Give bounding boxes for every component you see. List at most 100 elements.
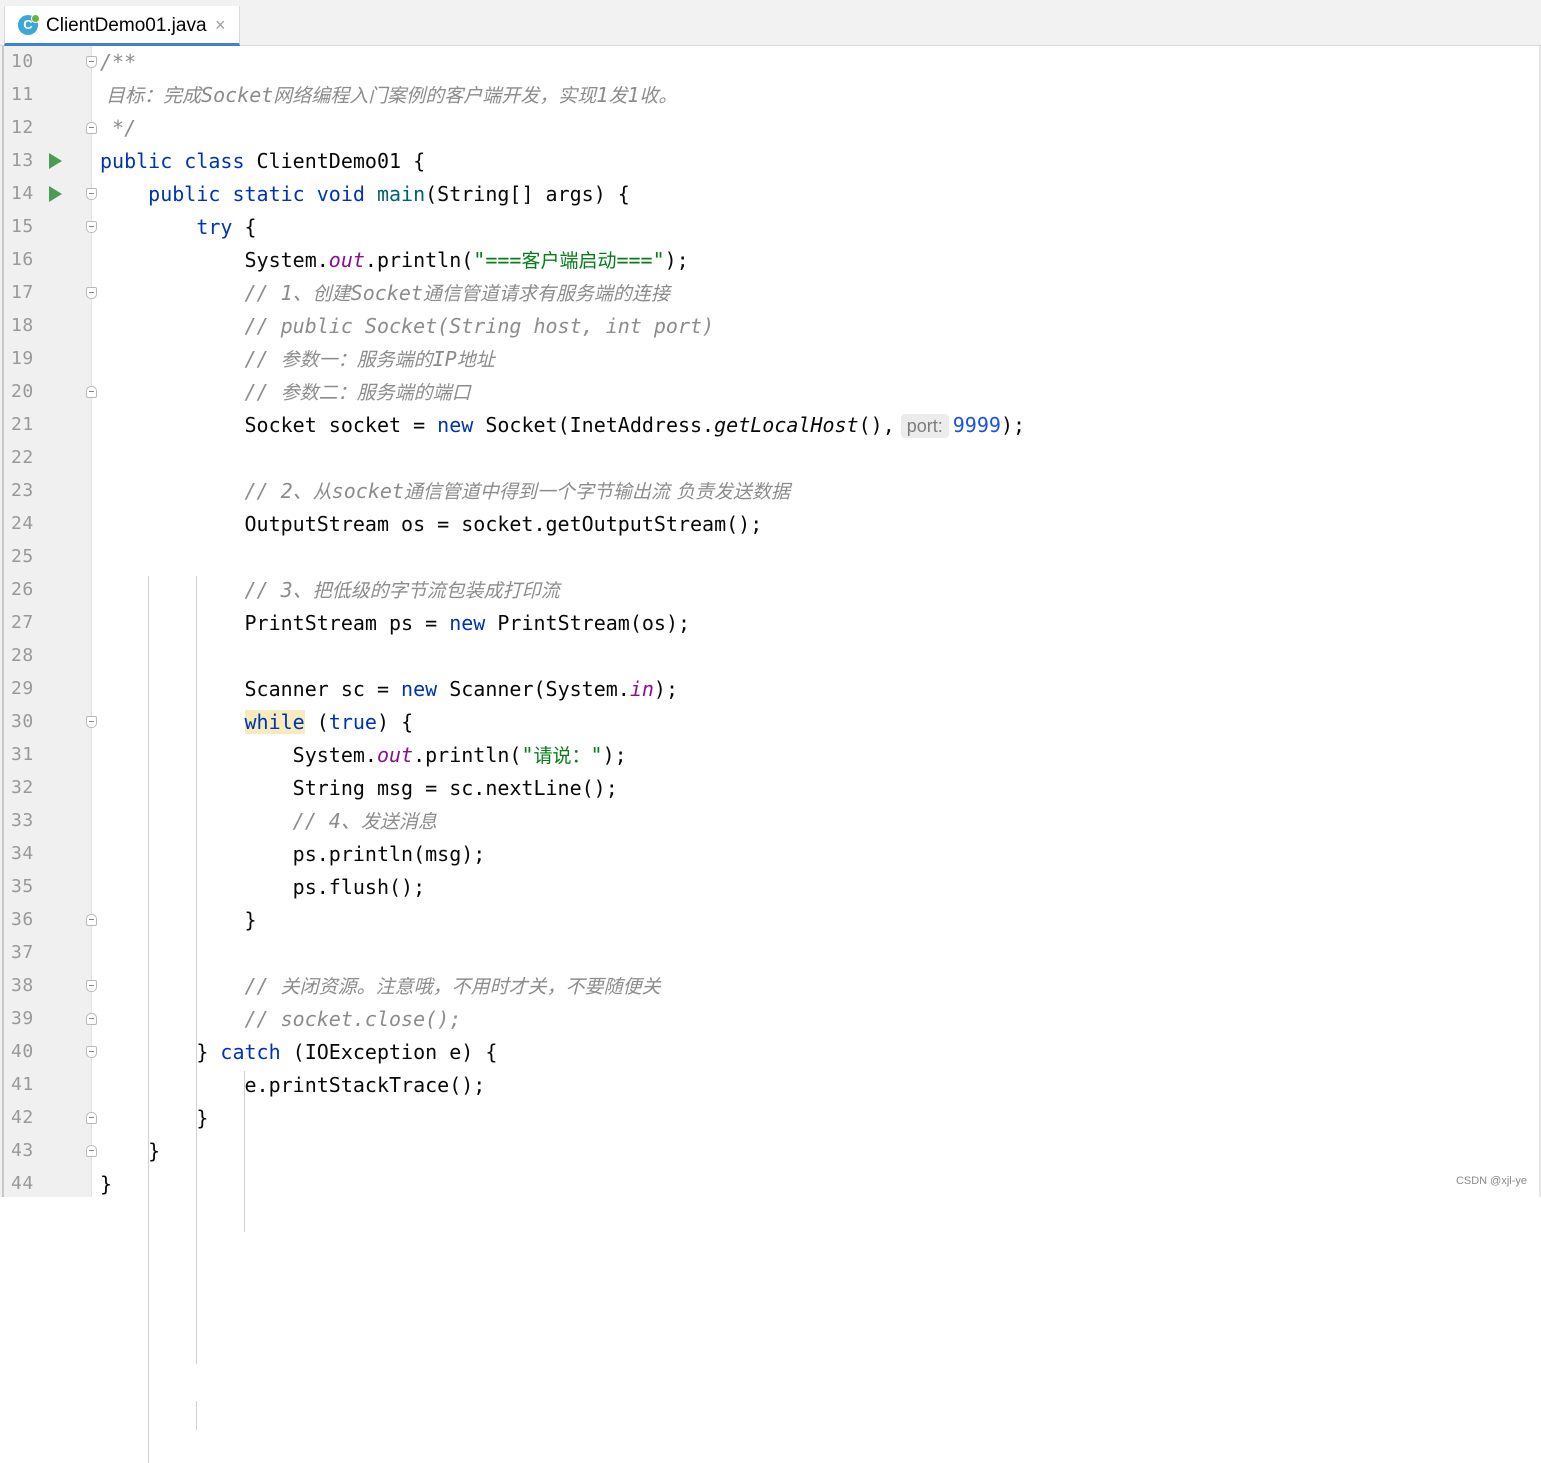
line-number[interactable]: 10 xyxy=(11,52,34,72)
code-line[interactable]: // 1、创建Socket通信管道请求有服务端的连接 xyxy=(100,277,669,310)
line-number[interactable]: 36 xyxy=(11,910,34,930)
code-line[interactable]: // 参数一：服务端的IP地址 xyxy=(100,343,494,376)
code-token: .println( xyxy=(413,743,522,767)
gutter-line-26: 26 xyxy=(0,574,92,607)
line-number[interactable]: 40 xyxy=(11,1042,34,1062)
code-line[interactable]: PrintStream ps = new PrintStream(os); xyxy=(100,607,690,640)
code-line[interactable]: // 2、从socket通信管道中得到一个字节输出流 负责发送数据 xyxy=(100,475,789,508)
line-number[interactable]: 42 xyxy=(11,1108,34,1128)
code-line[interactable]: ps.flush(); xyxy=(100,871,425,904)
code-line[interactable]: public class ClientDemo01 { xyxy=(100,145,425,178)
line-number[interactable]: 37 xyxy=(11,943,34,963)
line-number[interactable]: 44 xyxy=(11,1174,34,1194)
code-line[interactable]: System.out.println("===客户端启动==="); xyxy=(100,244,689,277)
code-token: new xyxy=(437,413,474,437)
code-line[interactable]: // 参数二：服务端的端口 xyxy=(100,376,470,409)
code-line[interactable]: } xyxy=(100,1102,208,1135)
line-number[interactable]: 24 xyxy=(11,514,34,534)
code-token: ); xyxy=(664,248,689,272)
code-line[interactable]: /** xyxy=(100,46,136,79)
code-token: 1 xyxy=(627,83,640,107)
line-number[interactable]: 20 xyxy=(11,382,34,402)
line-number[interactable]: 18 xyxy=(11,316,34,336)
fold-start-icon[interactable] xyxy=(86,716,97,728)
line-number[interactable]: 35 xyxy=(11,877,34,897)
indent-guide xyxy=(196,1401,197,1430)
parameter-hint: port: xyxy=(900,414,949,438)
line-number[interactable]: 17 xyxy=(11,283,34,303)
code-line[interactable]: */ xyxy=(100,112,136,145)
code-line[interactable]: e.printStackTrace(); xyxy=(100,1069,485,1102)
fold-start-icon[interactable] xyxy=(86,221,97,233)
code-line[interactable]: // public Socket(String host, int port) xyxy=(100,310,714,343)
line-number[interactable]: 31 xyxy=(11,745,34,765)
fold-start-icon[interactable] xyxy=(86,980,97,992)
code-token: .println( xyxy=(364,248,474,272)
line-number[interactable]: 22 xyxy=(11,448,34,468)
code-line[interactable]: Socket socket = new Socket(InetAddress.g… xyxy=(100,409,1025,442)
code-line[interactable]: OutputStream os = socket.getOutputStream… xyxy=(100,508,762,541)
line-number[interactable]: 34 xyxy=(11,844,34,864)
line-number[interactable]: 16 xyxy=(11,250,34,270)
line-number[interactable]: 43 xyxy=(11,1141,34,1161)
line-number[interactable]: 14 xyxy=(11,184,34,204)
line-number[interactable]: 21 xyxy=(11,415,34,435)
code-token: (IOException e) { xyxy=(280,1040,498,1064)
code-line[interactable]: // 3、把低级的字节流包装成打印流 xyxy=(100,574,559,607)
fold-start-icon[interactable] xyxy=(86,1046,97,1058)
code-line[interactable]: Scanner sc = new Scanner(System.in); xyxy=(100,673,678,706)
fold-end-icon[interactable] xyxy=(86,1145,97,1157)
line-number[interactable]: 12 xyxy=(11,118,34,138)
fold-end-icon[interactable] xyxy=(86,122,97,134)
run-play-icon[interactable] xyxy=(49,153,62,169)
line-number[interactable]: 26 xyxy=(11,580,34,600)
line-number[interactable]: 13 xyxy=(11,151,34,171)
line-number[interactable]: 27 xyxy=(11,613,34,633)
code-token: System. xyxy=(100,743,377,767)
gutter-line-36: 36 xyxy=(0,904,97,937)
line-number[interactable]: 25 xyxy=(11,547,34,567)
code-line[interactable]: // 4、发送消息 xyxy=(100,805,437,838)
code-line[interactable]: } xyxy=(100,1135,160,1168)
code-line[interactable]: while (true) { xyxy=(100,706,413,739)
code-line[interactable]: } xyxy=(100,1168,112,1201)
code-line[interactable]: // socket.close(); xyxy=(100,1003,461,1036)
close-tab-icon[interactable]: × xyxy=(215,15,226,35)
fold-end-icon[interactable] xyxy=(86,1013,97,1025)
fold-end-icon[interactable] xyxy=(86,1112,97,1124)
fold-end-icon[interactable] xyxy=(86,386,97,398)
tab-clientdemo01-java[interactable]: C ClientDemo01.java × xyxy=(4,6,240,46)
code-line[interactable]: } xyxy=(100,904,256,937)
fold-start-icon[interactable] xyxy=(86,56,97,68)
fold-start-icon[interactable] xyxy=(86,188,97,200)
code-token: catch xyxy=(220,1040,281,1064)
run-play-icon[interactable] xyxy=(49,186,62,202)
gutter-line-20: 20 xyxy=(0,376,97,409)
code-line[interactable]: public static void main(String[] args) { xyxy=(100,178,630,211)
code-token: while xyxy=(244,710,305,734)
line-number[interactable]: 33 xyxy=(11,811,34,831)
code-token: 收。 xyxy=(639,85,678,107)
code-line[interactable]: // 关闭资源。注意哦，不用时才关，不要随便关 xyxy=(100,970,660,1003)
line-number[interactable]: 23 xyxy=(11,481,34,501)
line-number[interactable]: 28 xyxy=(11,646,34,666)
code-line[interactable]: System.out.println("请说："); xyxy=(100,739,627,772)
code-token: 发 xyxy=(608,85,628,107)
line-number[interactable]: 30 xyxy=(11,712,34,732)
line-number[interactable]: 32 xyxy=(11,778,34,798)
line-number[interactable]: 29 xyxy=(11,679,34,699)
watermark: CSDN @xjl-ye xyxy=(1455,1175,1527,1187)
line-number[interactable]: 15 xyxy=(11,217,34,237)
fold-start-icon[interactable] xyxy=(86,287,97,299)
code-line[interactable]: } catch (IOException e) { xyxy=(100,1036,497,1069)
line-number[interactable]: 39 xyxy=(11,1009,34,1029)
code-line[interactable]: 目标：完成Socket网络编程入门案例的客户端开发，实现1发1收。 xyxy=(100,79,677,112)
line-number[interactable]: 19 xyxy=(11,349,34,369)
fold-end-icon[interactable] xyxy=(86,914,97,926)
line-number[interactable]: 38 xyxy=(11,976,34,996)
code-line[interactable]: ps.println(msg); xyxy=(100,838,486,871)
line-number[interactable]: 41 xyxy=(11,1075,34,1095)
line-number[interactable]: 11 xyxy=(11,85,34,105)
code-line[interactable]: try { xyxy=(100,211,256,244)
code-line[interactable]: String msg = sc.nextLine(); xyxy=(100,772,618,805)
